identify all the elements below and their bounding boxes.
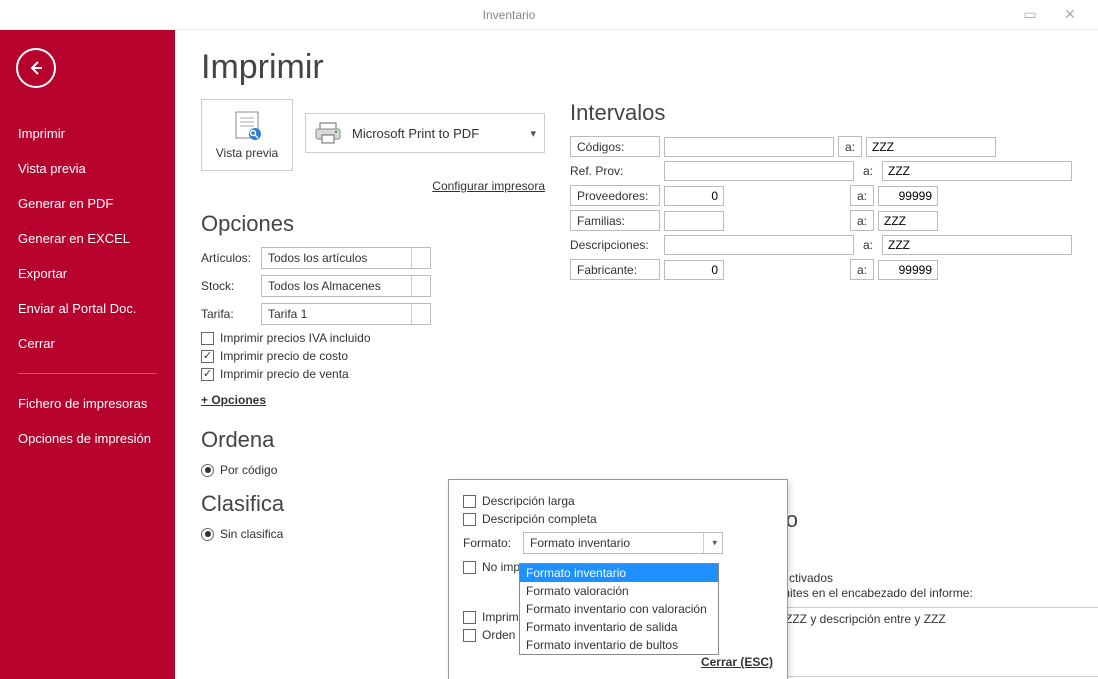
chk-no-imp-label: No imp	[482, 560, 520, 574]
sidebar-item-imprimir[interactable]: Imprimir	[0, 116, 175, 151]
sidebar-item-excel[interactable]: Generar en EXCEL	[0, 221, 175, 256]
a-label: a:	[850, 210, 874, 231]
chevron-down-icon: ▾	[712, 538, 717, 549]
refprov-to[interactable]	[882, 161, 1072, 181]
sidebar-item-exportar[interactable]: Exportar	[0, 256, 175, 291]
title-bar: Inventario ▭ ✕	[0, 0, 1098, 30]
descripciones-from[interactable]	[664, 235, 854, 255]
bg-limites-textarea[interactable]: entre y ZZZ y descripción entre y ZZZ	[738, 607, 1098, 677]
proveedores-from[interactable]	[664, 186, 724, 206]
chevron-down-icon: ▾	[530, 127, 536, 140]
sidebar-item-opciones-imp[interactable]: Opciones de impresión	[0, 421, 175, 456]
fabricante-label: Fabricante:	[570, 259, 660, 280]
opciones-header: Opciones	[201, 211, 560, 237]
close-button[interactable]: ✕	[1050, 6, 1090, 23]
familias-from[interactable]	[664, 211, 724, 231]
chk-desc-completa[interactable]	[463, 513, 476, 526]
orden-header: Ordena	[201, 427, 560, 453]
window-title: Inventario	[8, 8, 1010, 22]
articulos-combo[interactable]: Todos los artículos ▾	[261, 247, 431, 269]
codigos-label: Códigos:	[570, 136, 660, 157]
sidebar-item-fichero[interactable]: Fichero de impresoras	[0, 386, 175, 421]
sidebar-item-cerrar[interactable]: Cerrar	[0, 326, 175, 361]
a-label: a:	[838, 136, 862, 157]
chk-iva[interactable]	[201, 332, 214, 345]
stock-combo[interactable]: Todos los Almacenes ▾	[261, 275, 431, 297]
formato-option-0[interactable]: Formato inventario	[520, 564, 718, 582]
refprov-label: Ref. Prov:	[570, 164, 664, 178]
chk-costo[interactable]	[201, 350, 214, 363]
stock-label: Stock:	[201, 279, 261, 293]
radio-por-codigo-label: Por código	[220, 463, 277, 477]
vista-previa-button[interactable]: Vista previa	[201, 99, 293, 171]
mas-opciones-link[interactable]: + Opciones	[201, 393, 266, 407]
chevron-down-icon: ▾	[420, 281, 425, 292]
configure-printer-link[interactable]: Configurar impresora	[432, 179, 545, 193]
sidebar: Imprimir Vista previa Generar en PDF Gen…	[0, 30, 175, 679]
radio-sin-clasifica-label: Sin clasifica	[220, 527, 283, 541]
chk-desc-completa-label: Descripción completa	[482, 512, 597, 526]
chk-desc-larga[interactable]	[463, 495, 476, 508]
radio-sin-clasifica[interactable]	[201, 528, 214, 541]
printer-select[interactable]: Microsoft Print to PDF ▾	[305, 113, 545, 153]
maximize-button[interactable]: ▭	[1010, 6, 1050, 23]
sidebar-item-portal[interactable]: Enviar al Portal Doc.	[0, 291, 175, 326]
chk-iva-label: Imprimir precios IVA incluido	[220, 331, 371, 345]
chk-orden-inverso[interactable]	[463, 629, 476, 642]
familias-to[interactable]	[878, 211, 938, 231]
proveedores-label: Proveedores:	[570, 185, 660, 206]
printer-name: Microsoft Print to PDF	[352, 126, 520, 141]
formato-option-3[interactable]: Formato inventario de salida	[520, 618, 718, 636]
chk-costo-label: Imprimir precio de costo	[220, 349, 348, 363]
arrow-left-icon	[26, 58, 46, 78]
chk-imprimi-label: Imprimi	[482, 610, 521, 624]
formato-label: Formato:	[463, 536, 523, 550]
codigos-from[interactable]	[664, 137, 834, 157]
a-label: a:	[850, 259, 874, 280]
fabricante-from[interactable]	[664, 260, 724, 280]
intervalos-header: Intervalos	[570, 100, 1072, 126]
content-area: Imprimir	[175, 30, 1098, 679]
descripciones-to[interactable]	[882, 235, 1072, 255]
chk-desc-larga-label: Descripción larga	[482, 494, 575, 508]
printer-icon	[314, 121, 342, 145]
chevron-down-icon: ▾	[420, 253, 425, 264]
chk-venta[interactable]	[201, 368, 214, 381]
fabricante-to[interactable]	[878, 260, 938, 280]
a-label: a:	[854, 238, 882, 252]
familias-label: Familias:	[570, 210, 660, 231]
popup-close-link[interactable]: Cerrar (ESC)	[701, 655, 773, 669]
bg-ctivados-text: ctivados	[789, 571, 833, 585]
refprov-from[interactable]	[664, 161, 854, 181]
page-title: Imprimir	[201, 48, 560, 87]
vista-previa-label: Vista previa	[216, 146, 278, 160]
codigos-to[interactable]	[866, 137, 996, 157]
sidebar-item-pdf[interactable]: Generar en PDF	[0, 186, 175, 221]
tarifa-combo[interactable]: Tarifa 1 ▾	[261, 303, 431, 325]
tarifa-label: Tarifa:	[201, 307, 261, 321]
chk-imprimi[interactable]	[463, 611, 476, 624]
articulos-label: Artículos:	[201, 251, 261, 265]
a-label: a:	[854, 164, 882, 178]
a-label: a:	[850, 185, 874, 206]
formato-combo[interactable]: Formato inventario ▾	[523, 532, 723, 554]
sidebar-separator	[18, 373, 157, 374]
formato-dropdown: Formato inventario Formato valoración Fo…	[519, 563, 719, 655]
formato-option-1[interactable]: Formato valoración	[520, 582, 718, 600]
sidebar-item-vista-previa[interactable]: Vista previa	[0, 151, 175, 186]
formato-option-4[interactable]: Formato inventario de bultos	[520, 636, 718, 654]
radio-por-codigo[interactable]	[201, 464, 214, 477]
descripciones-label: Descripciones:	[570, 238, 664, 252]
back-button[interactable]	[16, 48, 56, 88]
chk-venta-label: Imprimir precio de venta	[220, 367, 349, 381]
formato-option-2[interactable]: Formato inventario con valoración	[520, 600, 718, 618]
chevron-down-icon: ▾	[420, 309, 425, 320]
chk-no-imp[interactable]	[463, 561, 476, 574]
document-icon	[229, 110, 265, 144]
proveedores-to[interactable]	[878, 186, 938, 206]
